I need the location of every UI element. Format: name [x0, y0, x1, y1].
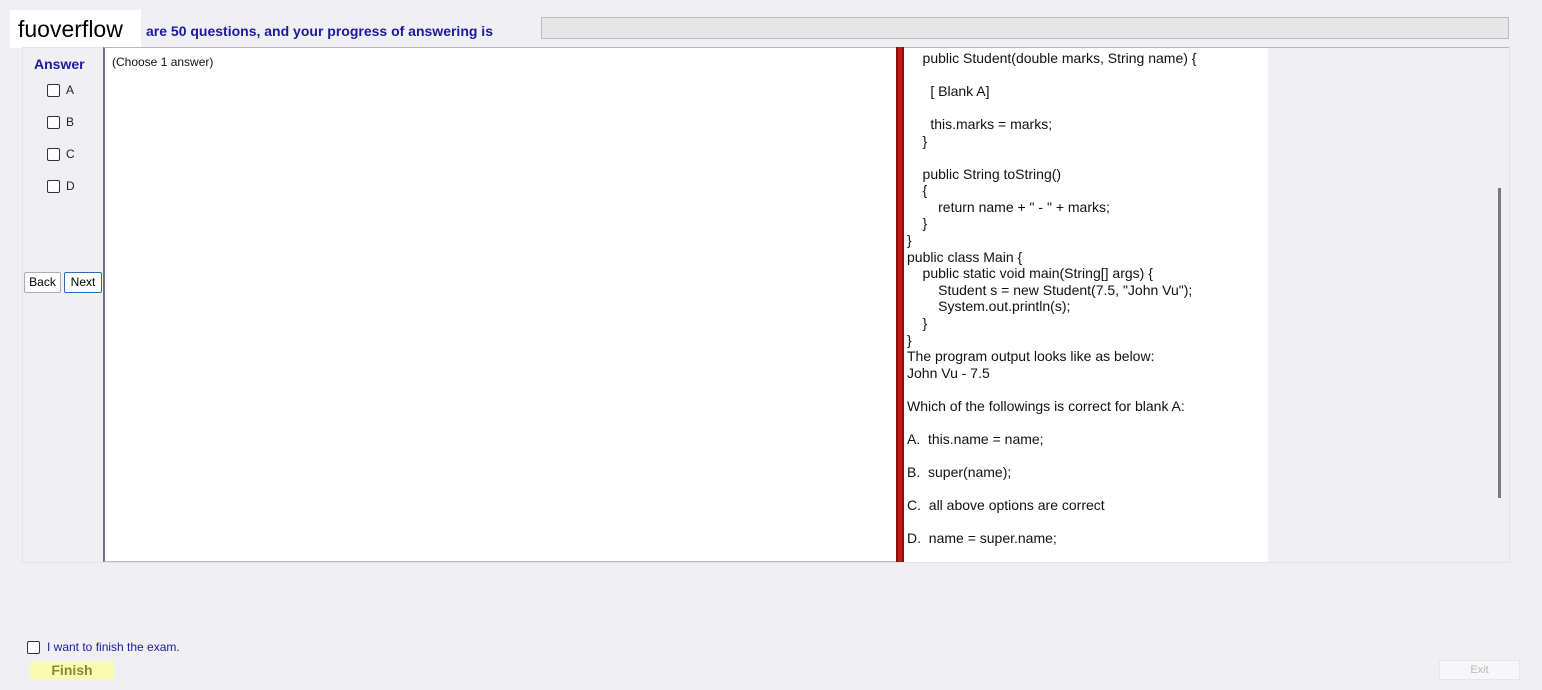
- option-d[interactable]: D: [47, 179, 75, 193]
- question-line: }: [907, 133, 928, 149]
- question-line: John Vu - 7.5: [907, 365, 990, 381]
- option-d-label: D: [66, 179, 75, 193]
- finish-exam-checkbox[interactable]: [27, 640, 40, 654]
- choose-hint: (Choose 1 answer): [112, 55, 214, 69]
- finish-exam-check[interactable]: I want to finish the exam.: [27, 640, 180, 654]
- question-line: public Student(double marks, String name…: [907, 50, 1197, 66]
- question-line: The program output looks like as below:: [907, 348, 1155, 364]
- question-line: Which of the followings is correct for b…: [907, 398, 1185, 414]
- back-button[interactable]: Back: [24, 272, 61, 293]
- option-a-label: A: [66, 83, 75, 97]
- right-margin-area: [1268, 47, 1509, 562]
- option-a-checkbox[interactable]: [47, 83, 60, 97]
- question-line: }: [907, 215, 928, 231]
- option-a[interactable]: A: [47, 83, 74, 97]
- question-line: [ Blank A]: [907, 83, 990, 99]
- answer-title: Answer: [34, 56, 85, 72]
- question-line: Student s = new Student(7.5, "John Vu");: [907, 282, 1193, 298]
- question-line: }: [907, 315, 928, 331]
- next-button[interactable]: Next: [64, 272, 102, 293]
- question-line: D. name = super.name;: [907, 530, 1057, 546]
- finish-button[interactable]: Finish: [30, 661, 114, 680]
- question-line: C. all above options are correct: [907, 497, 1105, 513]
- option-c-label: C: [66, 147, 75, 161]
- question-line: public String toString(): [907, 166, 1062, 182]
- progress-bar: [541, 17, 1509, 39]
- answer-panel[interactable]: (Choose 1 answer): [103, 47, 896, 562]
- option-b-label: B: [66, 115, 75, 129]
- panel-splitter[interactable]: [896, 47, 904, 562]
- progress-text: are 50 questions, and your progress of a…: [146, 23, 493, 39]
- question-line: }: [907, 232, 912, 248]
- question-line: System.out.println(s);: [907, 298, 1071, 314]
- logo-text: fuoverflow: [10, 10, 141, 48]
- option-b-checkbox[interactable]: [47, 115, 60, 129]
- option-c-checkbox[interactable]: [47, 147, 60, 161]
- question-line: B. super(name);: [907, 464, 1012, 480]
- option-c[interactable]: C: [47, 147, 75, 161]
- question-line: }: [907, 332, 912, 348]
- question-line: return name + " - " + marks;: [907, 199, 1110, 215]
- question-panel: public Student(double marks, String name…: [904, 47, 1268, 562]
- question-line: public static void main(String[] args) {: [907, 265, 1153, 281]
- question-line: public class Main {: [907, 249, 1023, 265]
- question-line: {: [907, 182, 928, 198]
- vertical-scrollbar[interactable]: [1498, 188, 1501, 498]
- exit-button[interactable]: Exit: [1439, 660, 1520, 680]
- option-d-checkbox[interactable]: [47, 179, 60, 193]
- question-line: this.marks = marks;: [907, 116, 1053, 132]
- finish-exam-label: I want to finish the exam.: [47, 640, 180, 654]
- option-b[interactable]: B: [47, 115, 74, 129]
- question-line: A. this.name = name;: [907, 431, 1044, 447]
